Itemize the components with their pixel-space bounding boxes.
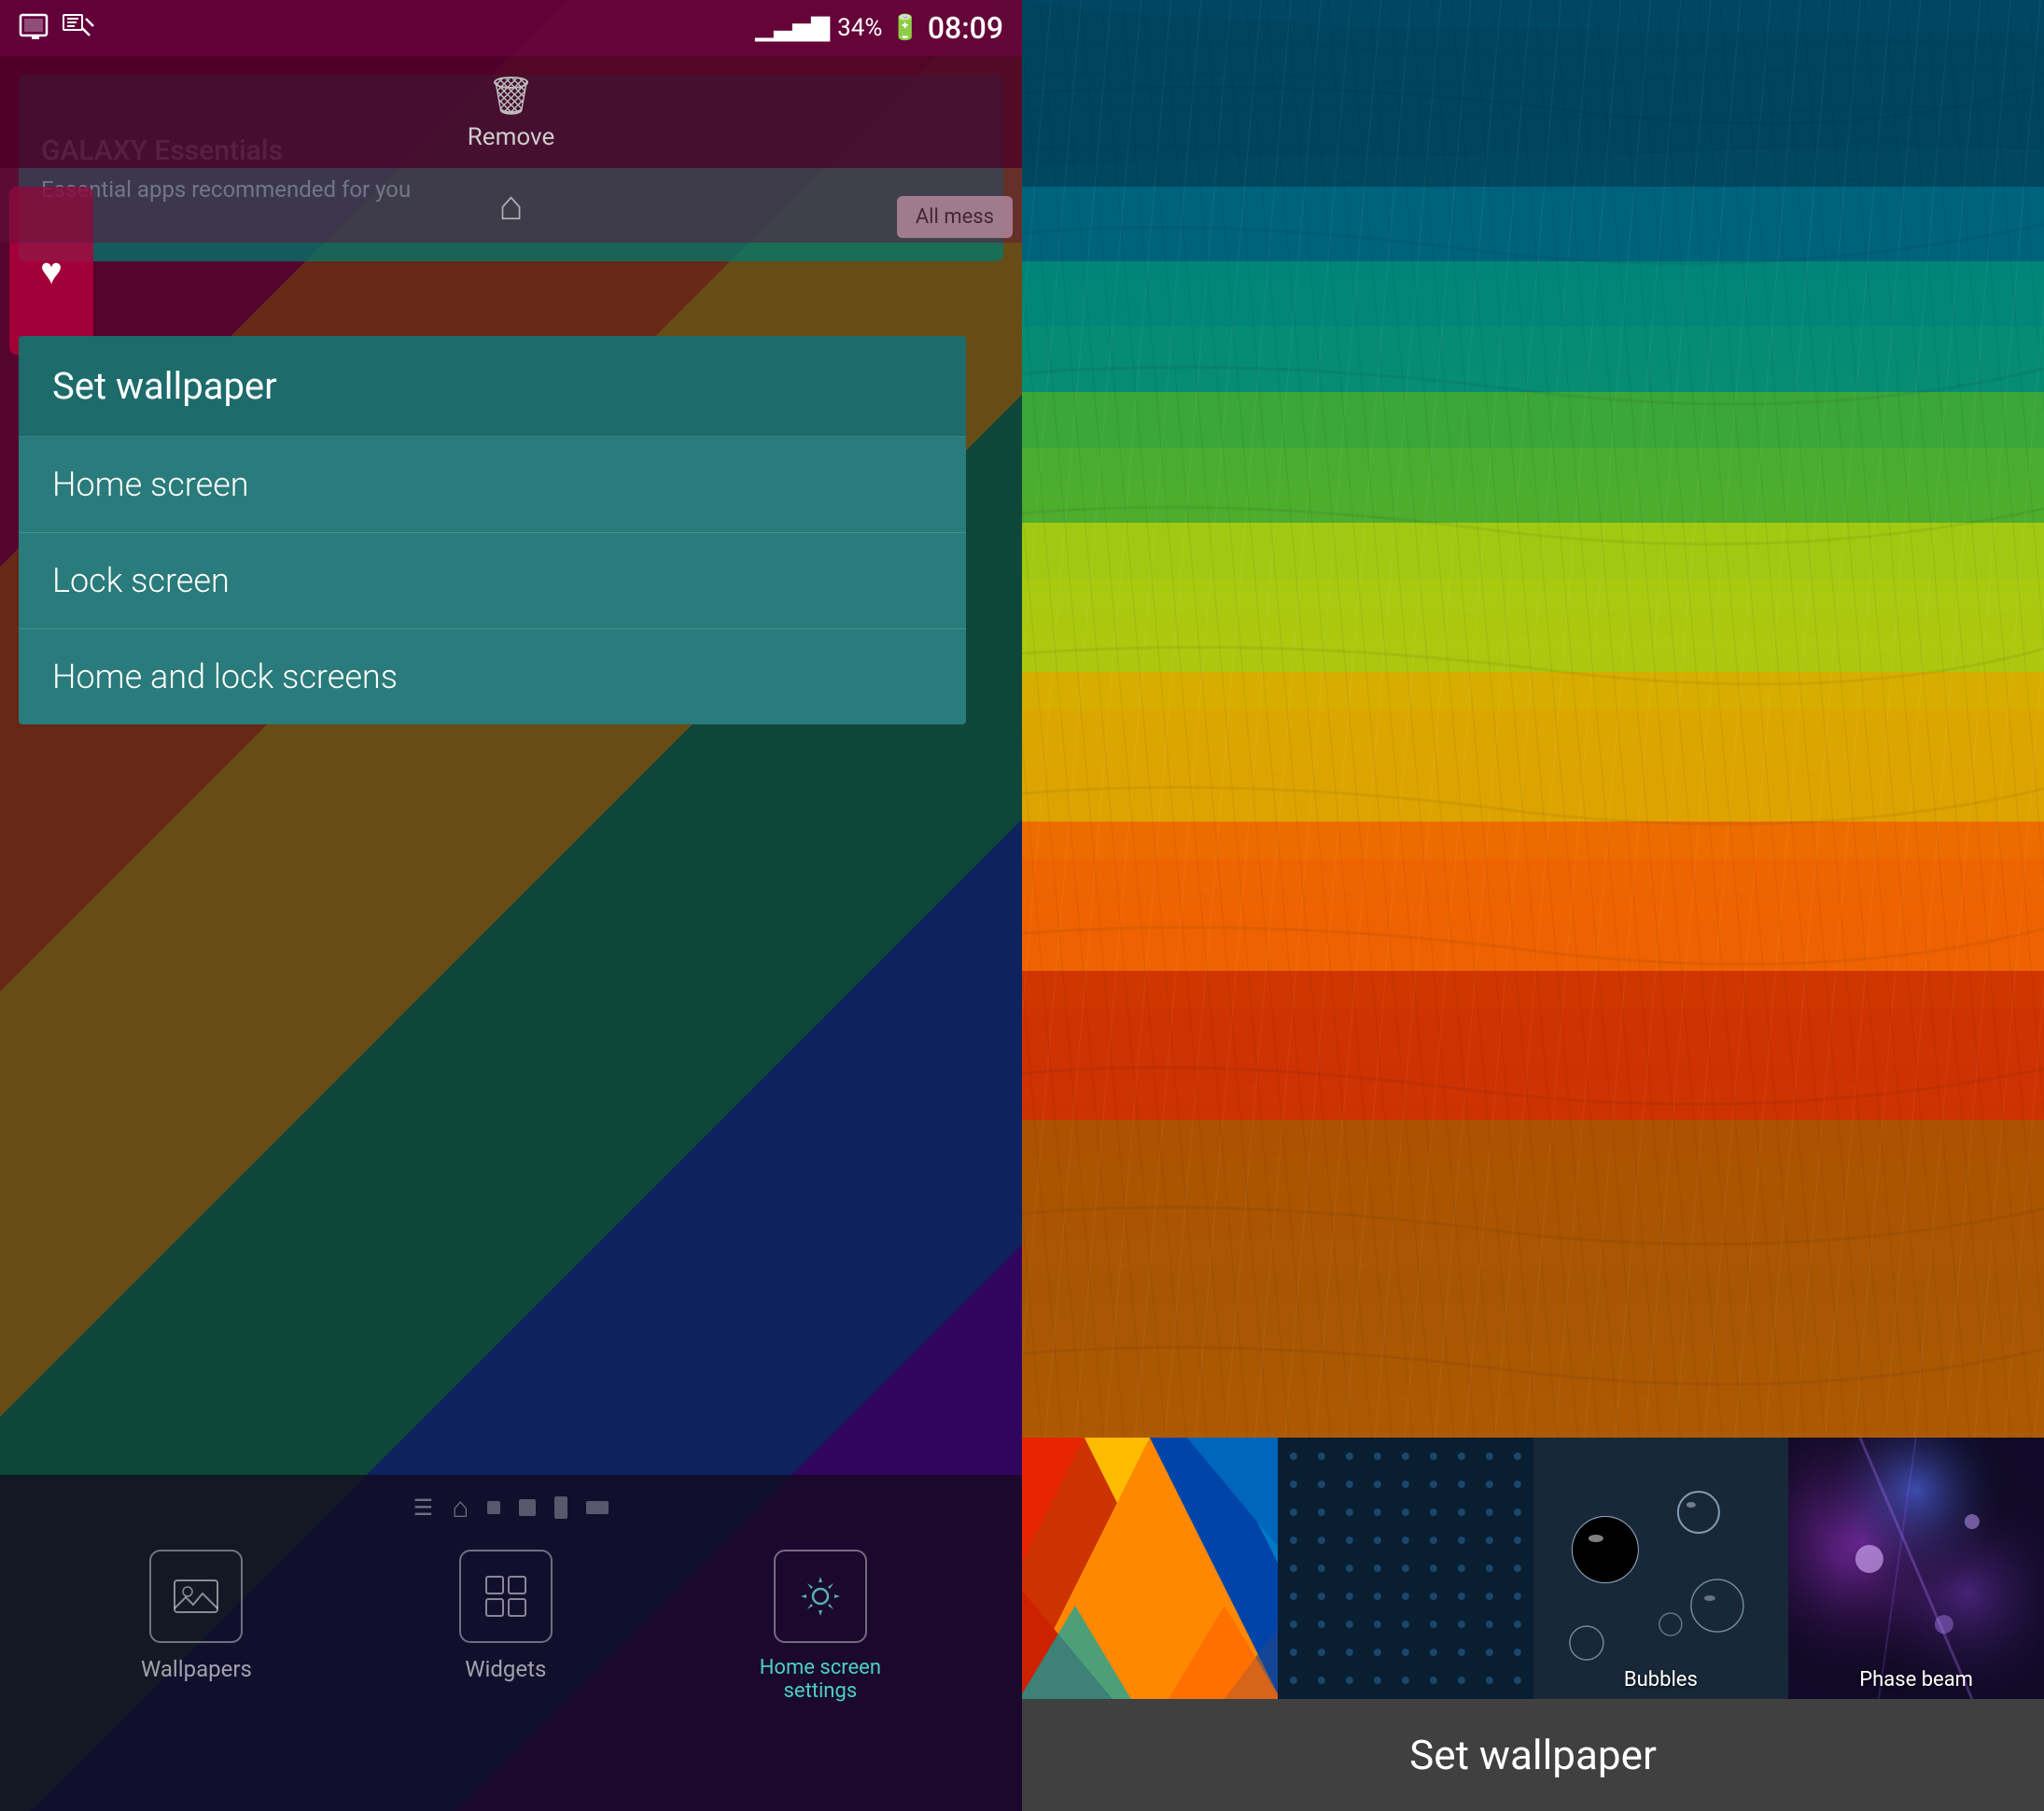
thumbnail-colorful[interactable]: [1022, 1438, 1278, 1699]
nav-dot-3: [554, 1496, 567, 1519]
status-time: 08:09: [928, 10, 1003, 46]
settings-nav-icon: [774, 1550, 867, 1643]
widgets-nav-icon: [459, 1550, 553, 1643]
thumbnail-bubbles[interactable]: Bubbles: [1533, 1438, 1789, 1699]
remove-label: Remove: [468, 123, 554, 151]
status-icons-right: ▁▃▅▇ 34% 🔋 08:09: [755, 10, 1003, 46]
nav-item-home-settings[interactable]: Home screen settings: [760, 1550, 881, 1703]
nav-items: Wallpapers Widgets: [0, 1531, 1022, 1811]
widgets-label: Widgets: [465, 1656, 546, 1682]
screenshot-icon: [19, 11, 52, 45]
menu-item-home-screen[interactable]: Home screen: [19, 437, 966, 533]
home-icon: ⌂: [498, 181, 524, 230]
signal-bars: ▁▃▅▇: [755, 14, 830, 42]
water-texture-overlay: [1022, 0, 2044, 1438]
bottom-navigation: ☰ ⌂ Wallpapers: [0, 1475, 1022, 1811]
home-nav-icon: ⌂: [452, 1492, 469, 1524]
menu-item-home-screen-label: Home screen: [52, 465, 249, 504]
phasebeam-label: Phase beam: [1788, 1668, 2044, 1692]
battery-percentage: 34%: [837, 14, 882, 42]
bubbles-label: Bubbles: [1533, 1668, 1789, 1692]
battery-icon: 🔋: [889, 14, 919, 42]
nav-item-widgets[interactable]: Widgets: [459, 1550, 553, 1682]
right-panel: Bubbles: [1022, 0, 2044, 1811]
thumbnail-phasebeam[interactable]: Phase beam: [1788, 1438, 2044, 1699]
status-icons-left: [19, 11, 95, 45]
set-wallpaper-button[interactable]: Set wallpaper: [1022, 1699, 2044, 1811]
wallpaper-menu: Set wallpaper Home screen Lock screen Ho…: [19, 336, 966, 724]
status-bar: ▁▃▅▇ 34% 🔋 08:09: [0, 0, 1022, 56]
menu-item-home-lock-screens[interactable]: Home and lock screens: [19, 629, 966, 724]
home-settings-label: Home screen settings: [760, 1656, 881, 1703]
menu-header: Set wallpaper: [19, 336, 966, 437]
menu-lines-icon: ☰: [413, 1495, 434, 1521]
menu-item-lock-screen-label: Lock screen: [52, 561, 230, 600]
menu-item-lock-screen[interactable]: Lock screen: [19, 533, 966, 629]
left-panel: ▁▃▅▇ 34% 🔋 08:09 🗑 Remove ⌂ ♥ GALAXY Ess…: [0, 0, 1022, 1811]
thumbnail-dots[interactable]: [1278, 1438, 1533, 1699]
nav-dots: ☰ ⌂: [0, 1475, 1022, 1531]
nav-dot-2: [519, 1499, 536, 1516]
menu-header-text: Set wallpaper: [52, 364, 277, 408]
wallpapers-nav-icon: [149, 1550, 243, 1643]
thumbnail-strip: Bubbles: [1022, 1438, 2044, 1699]
wallpapers-label: Wallpapers: [141, 1656, 252, 1682]
nav-dot-1: [487, 1501, 500, 1514]
remove-area[interactable]: 🗑 Remove: [0, 56, 1022, 168]
trash-icon: 🗑: [487, 74, 535, 118]
nav-dot-4: [586, 1501, 609, 1514]
heart-icon: ♥: [40, 249, 63, 293]
edit-icon: [62, 11, 95, 45]
set-wallpaper-text: Set wallpaper: [1409, 1731, 1657, 1779]
home-bar: ⌂: [0, 168, 1022, 243]
nav-item-wallpapers[interactable]: Wallpapers: [141, 1550, 252, 1682]
menu-item-home-lock-screens-label: Home and lock screens: [52, 657, 398, 696]
